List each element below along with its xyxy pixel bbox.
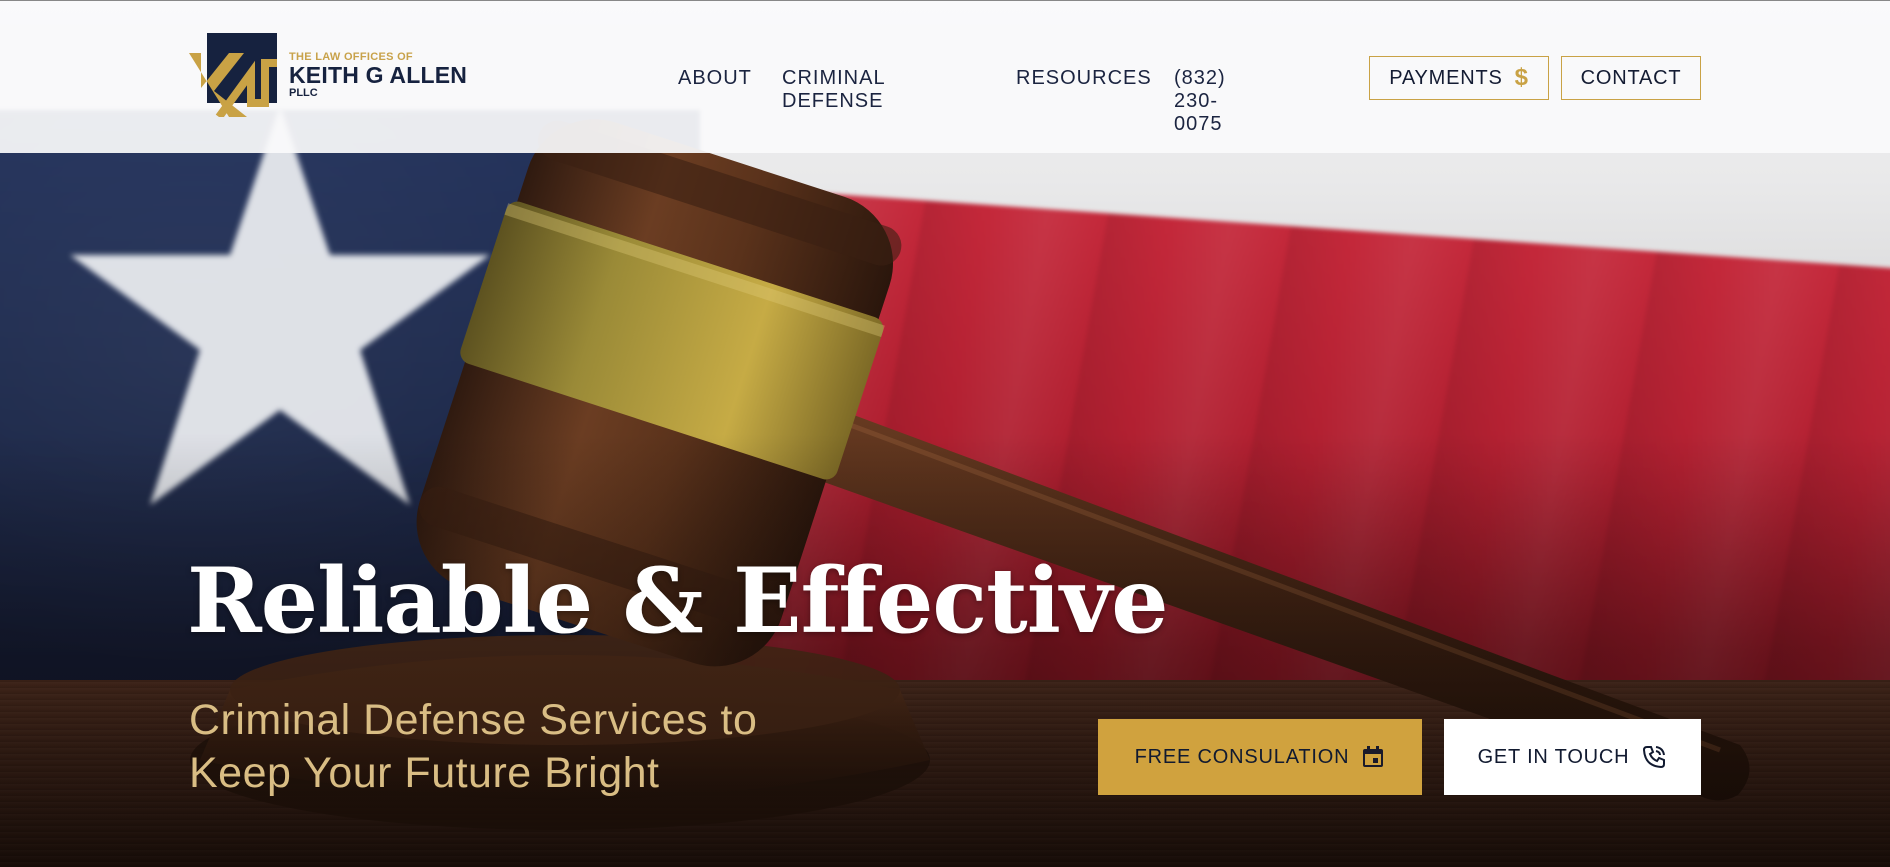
free-consultation-button[interactable]: FREE CONSULATION [1098, 719, 1422, 795]
phone-icon [1641, 744, 1667, 770]
calendar-icon [1361, 745, 1385, 769]
free-consultation-label: FREE CONSULATION [1134, 745, 1350, 768]
contact-label: CONTACT [1580, 66, 1682, 89]
dollar-icon: $ [1514, 64, 1529, 91]
brand-logo[interactable]: THE LAW OFFICES OF KEITH G ALLEN PLLC [189, 33, 467, 117]
hero-subheadline: Criminal Defense Services to Keep Your F… [189, 696, 758, 797]
nav-phone[interactable]: (832) 230-0075 [1174, 67, 1226, 136]
nav-criminal-defense[interactable]: CRIMINAL DEFENSE [782, 67, 885, 113]
payments-button[interactable]: PAYMENTS $ [1369, 56, 1549, 100]
logo-suffix: PLLC [289, 87, 318, 99]
get-in-touch-button[interactable]: GET IN TOUCH [1444, 719, 1701, 795]
hero-headline: Reliable & Effective [187, 548, 1168, 654]
contact-button[interactable]: CONTACT [1561, 56, 1701, 100]
logo-name: KEITH G ALLEN [289, 62, 468, 88]
payments-label: PAYMENTS [1389, 66, 1503, 89]
nav-about[interactable]: ABOUT [678, 67, 752, 90]
logo-monogram-icon [189, 33, 277, 117]
get-in-touch-label: GET IN TOUCH [1477, 745, 1630, 768]
nav-resources[interactable]: RESOURCES [1016, 67, 1152, 90]
site-header: THE LAW OFFICES OF KEITH G ALLEN PLLC AB… [0, 0, 1890, 153]
